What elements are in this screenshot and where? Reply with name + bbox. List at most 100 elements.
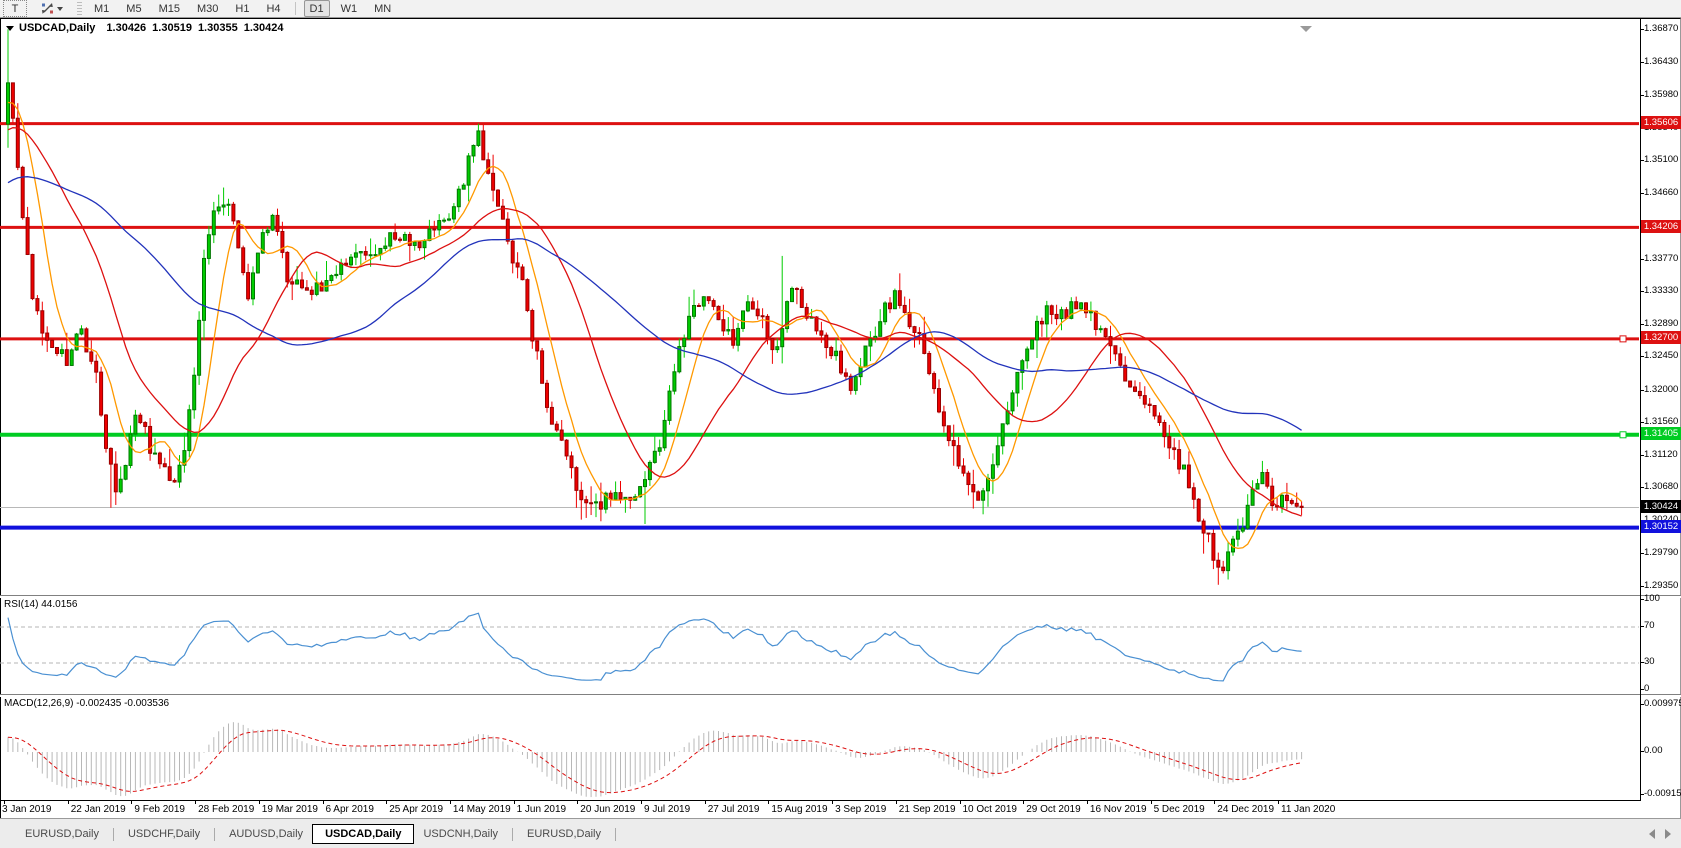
macd-indicator-label: MACD(12,26,9) -0.002435 -0.003536: [4, 698, 169, 709]
date-axis-tick: [259, 801, 260, 804]
price-axis-label: 1.36430: [1644, 56, 1680, 68]
date-axis-tick: [1023, 801, 1024, 804]
collapse-triangle-icon[interactable]: [6, 26, 14, 31]
tab-separator: [214, 828, 215, 841]
tab-usdcnh-daily[interactable]: USDCNH,Daily: [414, 825, 507, 843]
date-axis-label: 22 Jan 2019: [71, 804, 126, 815]
timeframe-d1-button[interactable]: D1: [304, 0, 330, 17]
date-axis-label: 25 Apr 2019: [389, 804, 443, 815]
chart-tabs: EURUSD,DailyUSDCHF,DailyAUDUSD,DailyUSDC…: [16, 823, 621, 845]
date-axis-tick: [323, 801, 324, 804]
price-line-label: 1.30152: [1641, 520, 1681, 533]
tab-audusd-daily[interactable]: AUDUSD,Daily: [220, 825, 312, 843]
ohlc-low: 1.30355: [198, 22, 238, 34]
price-axis-label: 1.32890: [1644, 318, 1680, 330]
date-axis-tick: [195, 801, 196, 804]
date-axis-label: 28 Feb 2019: [198, 804, 254, 815]
main-chart-canvas[interactable]: [0, 19, 1641, 595]
price-axis-label: 1.35980: [1644, 89, 1680, 101]
chart-tab-bar: EURUSD,DailyUSDCHF,DailyAUDUSD,DailyUSDC…: [0, 818, 1681, 848]
tab-eurusd-daily[interactable]: EURUSD,Daily: [518, 825, 610, 843]
date-axis-tick: [896, 801, 897, 804]
price-line-label: 1.31405: [1641, 427, 1681, 440]
tab-scroll-right-button[interactable]: [1665, 829, 1671, 839]
date-axis-label: 16 Nov 2019: [1090, 804, 1147, 815]
price-axis-label: 1.34660: [1644, 187, 1680, 199]
rsi-indicator-label: RSI(14) 44.0156: [4, 599, 77, 610]
date-axis-tick: [705, 801, 706, 804]
rsi-canvas[interactable]: [0, 597, 1641, 694]
toolbar-grip: [77, 2, 82, 15]
price-axis-label: 1.31120: [1644, 449, 1680, 461]
macd-axis-label: -0.00915: [1644, 788, 1680, 800]
price-axis-label: 1.32450: [1644, 350, 1680, 362]
timeframe-mn-button[interactable]: MN: [368, 0, 397, 17]
date-axis-label: 24 Dec 2019: [1217, 804, 1274, 815]
chart-window: USDCAD,Daily 1.30426 1.30519 1.30355 1.3…: [0, 18, 1681, 818]
price-axis-label: 1.30680: [1644, 481, 1680, 493]
cycle-symbols-button[interactable]: [35, 0, 69, 17]
ohlc-open: 1.30426: [106, 22, 146, 34]
tab-separator: [512, 828, 513, 841]
toolbar: T M1 M5 M15 M30 H1 H4 D1 W1MN: [0, 0, 1681, 18]
price-axis-label: 1.29790: [1644, 547, 1680, 559]
date-axis-label: 3 Sep 2019: [835, 804, 886, 815]
rsi-axis-label: 30: [1644, 656, 1680, 668]
metatrader-terminal: T M1 M5 M15 M30 H1 H4 D1 W1MN USDCAD,Daily 1.30…: [0, 0, 1681, 848]
tab-usdchf-daily[interactable]: USDCHF,Daily: [119, 825, 209, 843]
ohlc-high: 1.30519: [152, 22, 192, 34]
rsi-axis-label: 70: [1644, 620, 1680, 632]
rsi-axis-label: 100: [1644, 593, 1680, 605]
price-axis-label: 1.36870: [1644, 23, 1680, 35]
date-axis-label: 27 Jul 2019: [708, 804, 760, 815]
timeframe-h1-button[interactable]: H1: [229, 0, 255, 17]
date-axis-tick: [1087, 801, 1088, 804]
date-axis-label: 9 Feb 2019: [134, 804, 185, 815]
tab-eurusd-daily[interactable]: EURUSD,Daily: [16, 825, 108, 843]
date-axis-tick: [641, 801, 642, 804]
price-axis-label: 1.32000: [1644, 384, 1680, 396]
price-line-label: 1.34206: [1641, 220, 1681, 233]
macd-axis-label: 0.009975: [1644, 698, 1680, 710]
date-axis-label: 10 Oct 2019: [963, 804, 1017, 815]
tab-separator: [113, 828, 114, 841]
chart-shift-marker: [1300, 26, 1312, 32]
date-axis-tick: [1151, 801, 1152, 804]
timeframe-m1-button[interactable]: M1: [88, 0, 115, 17]
timeframe-m5-button[interactable]: M5: [120, 0, 147, 17]
chart-title: USDCAD,Daily 1.30426 1.30519 1.30355 1.3…: [6, 22, 283, 34]
ohlc-close: 1.30424: [244, 22, 284, 34]
tab-separator: [615, 828, 616, 841]
date-axis-label: 20 Jun 2019: [580, 804, 635, 815]
date-axis-label: 19 Mar 2019: [262, 804, 318, 815]
cycle-arrows-icon: [41, 2, 54, 15]
date-axis-tick: [832, 801, 833, 804]
toolbar-separator: [295, 2, 296, 15]
date-axis-label: 15 Aug 2019: [771, 804, 827, 815]
timeframe-m15-button[interactable]: M15: [153, 0, 186, 17]
price-axis-label: 1.35100: [1644, 154, 1680, 166]
text-tool-button[interactable]: T: [3, 0, 27, 17]
date-axis-tick: [960, 801, 961, 804]
macd-axis-label: 0.00: [1644, 745, 1680, 757]
price-axis-label: 1.33330: [1644, 285, 1680, 297]
price-axis-label: 1.33770: [1644, 253, 1680, 265]
price-line-label: 1.30424: [1641, 500, 1681, 513]
timeframe-h4-button[interactable]: H4: [260, 0, 286, 17]
dropdown-caret-icon[interactable]: [57, 7, 63, 11]
date-axis-label: 14 May 2019: [453, 804, 511, 815]
timeframe-w1-button[interactable]: W1: [335, 0, 364, 17]
tab-scroll-left-button[interactable]: [1649, 829, 1655, 839]
tab-usdcad-daily[interactable]: USDCAD,Daily: [312, 824, 414, 844]
date-axis-label: 1 Jun 2019: [517, 804, 567, 815]
date-axis-label: 11 Jan 2020: [1281, 804, 1335, 815]
macd-canvas[interactable]: [0, 696, 1641, 800]
timeframe-m30-button[interactable]: M30: [191, 0, 224, 17]
date-axis-tick: [131, 801, 132, 804]
price-line-label: 1.35606: [1641, 116, 1681, 129]
date-axis-tick: [386, 801, 387, 804]
date-axis-label: 6 Apr 2019: [326, 804, 374, 815]
text-tool-label: T: [12, 3, 19, 15]
rsi-axis-label: 0: [1644, 683, 1680, 695]
date-axis-tick: [768, 801, 769, 804]
